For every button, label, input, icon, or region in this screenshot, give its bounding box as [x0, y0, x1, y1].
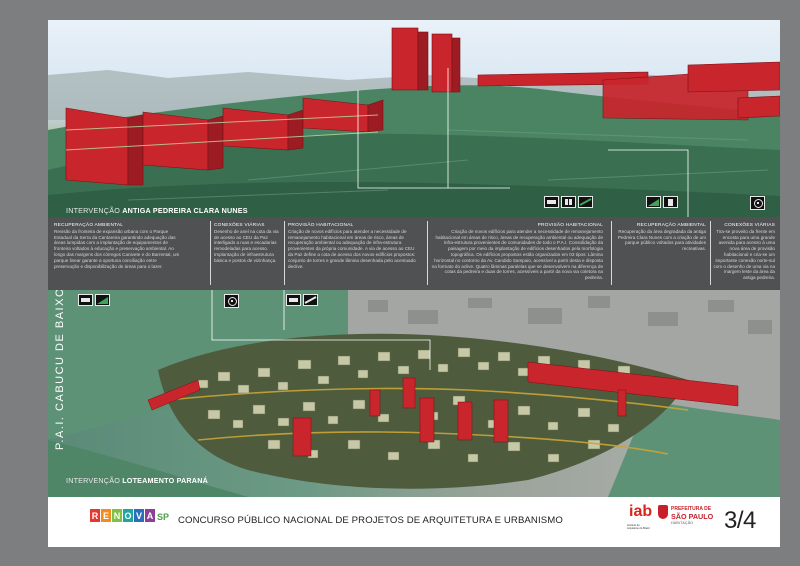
- column-conexoes-viarias-2: CONEXÕES VIÁRIAS Tira-se proveito da fre…: [713, 223, 775, 281]
- competition-title: CONCURSO PÚBLICO NACIONAL DE PROJETOS DE…: [178, 515, 563, 526]
- info-band: RECUPERAÇÃO AMBIENTAL Revisão da frontei…: [48, 217, 780, 290]
- renova-sp-suffix: SP: [157, 512, 170, 522]
- column-conexoes-viarias-1: CONEXÕES VIÁRIAS Desenho de anel na cota…: [214, 223, 280, 264]
- column-body: Criação de novos edifícios para atender …: [288, 228, 416, 269]
- divider: [611, 221, 612, 285]
- page-number: 3/4: [724, 507, 756, 534]
- renova-letter-tile: N: [112, 509, 122, 522]
- renova-letter-tile: R: [90, 509, 100, 522]
- terrace-icon: [578, 196, 593, 208]
- renova-letter-tile: V: [134, 509, 144, 522]
- slab-icon: [544, 196, 559, 208]
- column-body: Revisão da fronteira de expansão urbana …: [54, 228, 180, 269]
- renova-letter-tile: E: [101, 509, 111, 522]
- column-body: Recuperação da área degradada da antiga …: [617, 228, 706, 252]
- prefeitura-line2: SÃO PAULO: [671, 512, 714, 521]
- footer: RENOVA SP CONCURSO PÚBLICO NACIONAL DE P…: [48, 497, 780, 547]
- column-body: Desenho de anel na cota da via de acesso…: [214, 228, 279, 263]
- tower-icon: [561, 196, 576, 208]
- divider: [710, 221, 711, 285]
- iab-text: Instituto de Arquitetos do Brasil: [627, 524, 650, 530]
- bottom-caption: INTERVENÇÃO LOTEAMENTO PARANÁ: [66, 476, 208, 485]
- target-icon: [224, 294, 239, 308]
- iab-mark: iab: [629, 503, 653, 520]
- presentation-board: INTERVENÇÃO ANTIGA PEDREIRA CLARA NUNES …: [48, 20, 780, 547]
- bottom-caption-name: LOTEAMENTO PARANÁ: [122, 476, 208, 485]
- renova-letter-tile: O: [123, 509, 133, 522]
- prefeitura-sao-paulo-logo: PREFEITURA DE SÃO PAULO HABITAÇÃO: [658, 505, 718, 535]
- column-recuperacao-ambiental-1: RECUPERAÇÃO AMBIENTAL Revisão da frontei…: [54, 223, 182, 269]
- top-caption-prefix: INTERVENÇÃO: [66, 206, 123, 215]
- column-body: Tira-se proveito da frente em encosta pa…: [713, 228, 775, 281]
- column-body: Criação de novos edifícios para atender …: [431, 228, 603, 281]
- slab-icon: [286, 294, 301, 306]
- target-icon: [750, 196, 765, 210]
- project-vertical-title: P.A.I. CABUCU DE BAIXO 5: [54, 290, 66, 450]
- green-slope-icon: [95, 294, 110, 306]
- divider: [284, 221, 285, 285]
- prefeitura-line3: HABITAÇÃO: [671, 521, 694, 525]
- renova-letter-tile: A: [145, 509, 155, 522]
- column-recuperacao-ambiental-2: RECUPERAÇÃO AMBIENTAL Recuperação da áre…: [614, 223, 706, 252]
- divider: [210, 221, 211, 285]
- top-caption-name: ANTIGA PEDREIRA CLARA NUNES: [122, 206, 248, 215]
- renova-tiles: RENOVA: [90, 509, 155, 522]
- render-antiga-pedreira: INTERVENÇÃO ANTIGA PEDREIRA CLARA NUNES: [48, 20, 780, 217]
- column-provisao-habitacional-2: PROVISÃO HABITACIONAL Criação de novos e…: [431, 223, 603, 281]
- iab-logo: iab Instituto de Arquitetos do Brasil: [627, 503, 652, 533]
- top-icon-group-center: [544, 196, 593, 208]
- tower-icon: [663, 196, 678, 208]
- terrace-icon: [303, 294, 318, 306]
- column-provisao-habitacional-1: PROVISÃO HABITACIONAL Criação de novos e…: [288, 223, 416, 269]
- bottom-render-graphic: [48, 290, 780, 497]
- render-loteamento-parana: P.A.I. CABUCU DE BAIXO 5 INTERVENÇÃO LOT…: [48, 290, 780, 497]
- green-slope-icon: [646, 196, 661, 208]
- bottom-icon-group-left: [78, 294, 110, 306]
- city-crest-icon: [658, 505, 668, 519]
- top-render-graphic: [48, 27, 780, 217]
- renova-sp-logo: RENOVA SP: [90, 509, 169, 522]
- top-icon-group-right: [646, 196, 678, 208]
- slab-icon: [78, 294, 93, 306]
- bottom-caption-prefix: INTERVENÇÃO: [66, 476, 123, 485]
- top-caption: INTERVENÇÃO ANTIGA PEDREIRA CLARA NUNES: [66, 206, 248, 215]
- bottom-icon-group-center: [286, 294, 318, 306]
- divider: [427, 221, 428, 285]
